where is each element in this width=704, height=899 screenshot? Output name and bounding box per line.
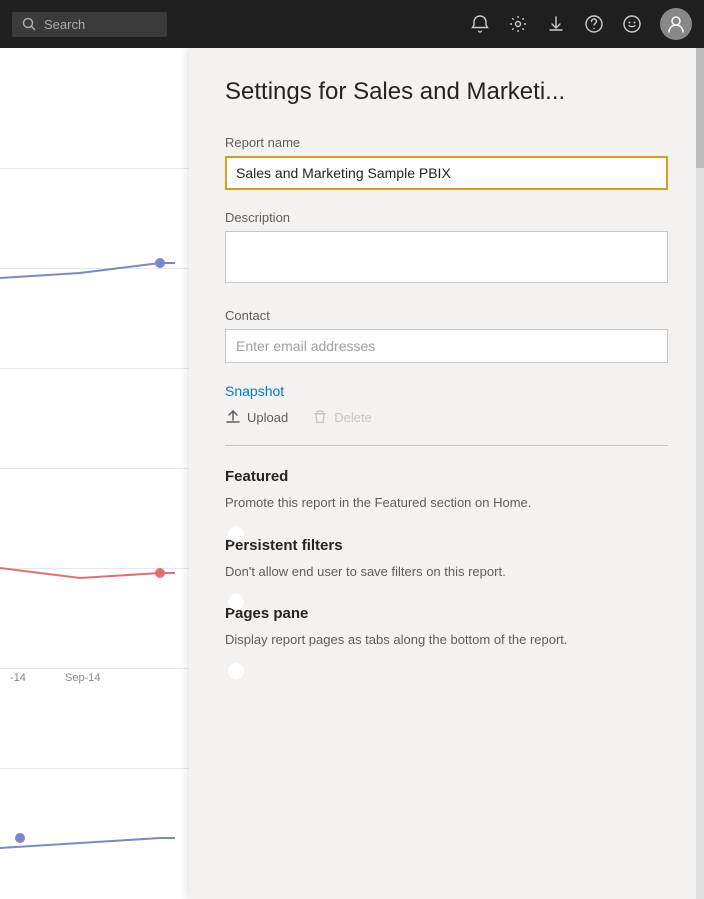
contact-input[interactable] <box>225 329 668 363</box>
snapshot-label: Snapshot <box>225 383 668 399</box>
delete-icon <box>312 409 328 425</box>
upload-button[interactable]: Upload <box>225 409 288 425</box>
description-label: Description <box>225 210 668 225</box>
scrollbar-thumb[interactable] <box>696 48 704 168</box>
search-icon <box>22 17 36 31</box>
chart-label-1: -14 <box>10 672 26 684</box>
chart-label-2: Sep-14 <box>65 672 100 684</box>
bell-icon[interactable] <box>470 14 490 34</box>
search-box[interactable]: Search <box>12 12 167 37</box>
chart-svg <box>0 48 189 899</box>
scrollbar-track[interactable] <box>696 48 704 899</box>
persistent-filters-section: Persistent filters Don't allow end user … <box>225 537 668 582</box>
contact-label: Contact <box>225 308 668 323</box>
topbar: Search <box>0 0 704 48</box>
pages-pane-title: Pages pane <box>225 605 668 622</box>
contact-section: Contact <box>225 308 668 363</box>
delete-button[interactable]: Delete <box>312 409 372 425</box>
main-area: -14 Sep-14 Settings for Sales and Market… <box>0 48 704 899</box>
panel-title: Settings for Sales and Marketi... <box>225 76 668 107</box>
topbar-icons <box>470 8 692 40</box>
snapshot-section: Snapshot Upload Delete <box>225 383 668 425</box>
persistent-filters-description: Don't allow end user to save filters on … <box>225 562 668 582</box>
persistent-filters-title: Persistent filters <box>225 537 668 554</box>
avatar-icon[interactable] <box>660 8 692 40</box>
report-name-section: Report name <box>225 135 668 190</box>
snapshot-actions: Upload Delete <box>225 409 668 425</box>
upload-icon <box>225 409 241 425</box>
description-section: Description <box>225 210 668 288</box>
featured-title: Featured <box>225 468 668 485</box>
pages-pane-description: Display report pages as tabs along the b… <box>225 630 668 650</box>
download-icon[interactable] <box>546 14 566 34</box>
divider <box>225 445 668 446</box>
description-input[interactable] <box>225 231 668 283</box>
gear-icon[interactable] <box>508 14 528 34</box>
report-name-label: Report name <box>225 135 668 150</box>
chart-background: -14 Sep-14 <box>0 48 189 899</box>
featured-toggle-thumb <box>228 526 244 542</box>
feedback-icon[interactable] <box>622 14 642 34</box>
search-text: Search <box>44 17 85 32</box>
settings-panel: Settings for Sales and Marketi... Report… <box>189 48 704 899</box>
report-name-input[interactable] <box>225 156 668 190</box>
featured-section: Featured Promote this report in the Feat… <box>225 468 668 513</box>
featured-description: Promote this report in the Featured sect… <box>225 493 668 513</box>
pages-pane-toggle-thumb <box>228 663 244 679</box>
pages-pane-section: Pages pane Display report pages as tabs … <box>225 605 668 650</box>
help-icon[interactable] <box>584 14 604 34</box>
